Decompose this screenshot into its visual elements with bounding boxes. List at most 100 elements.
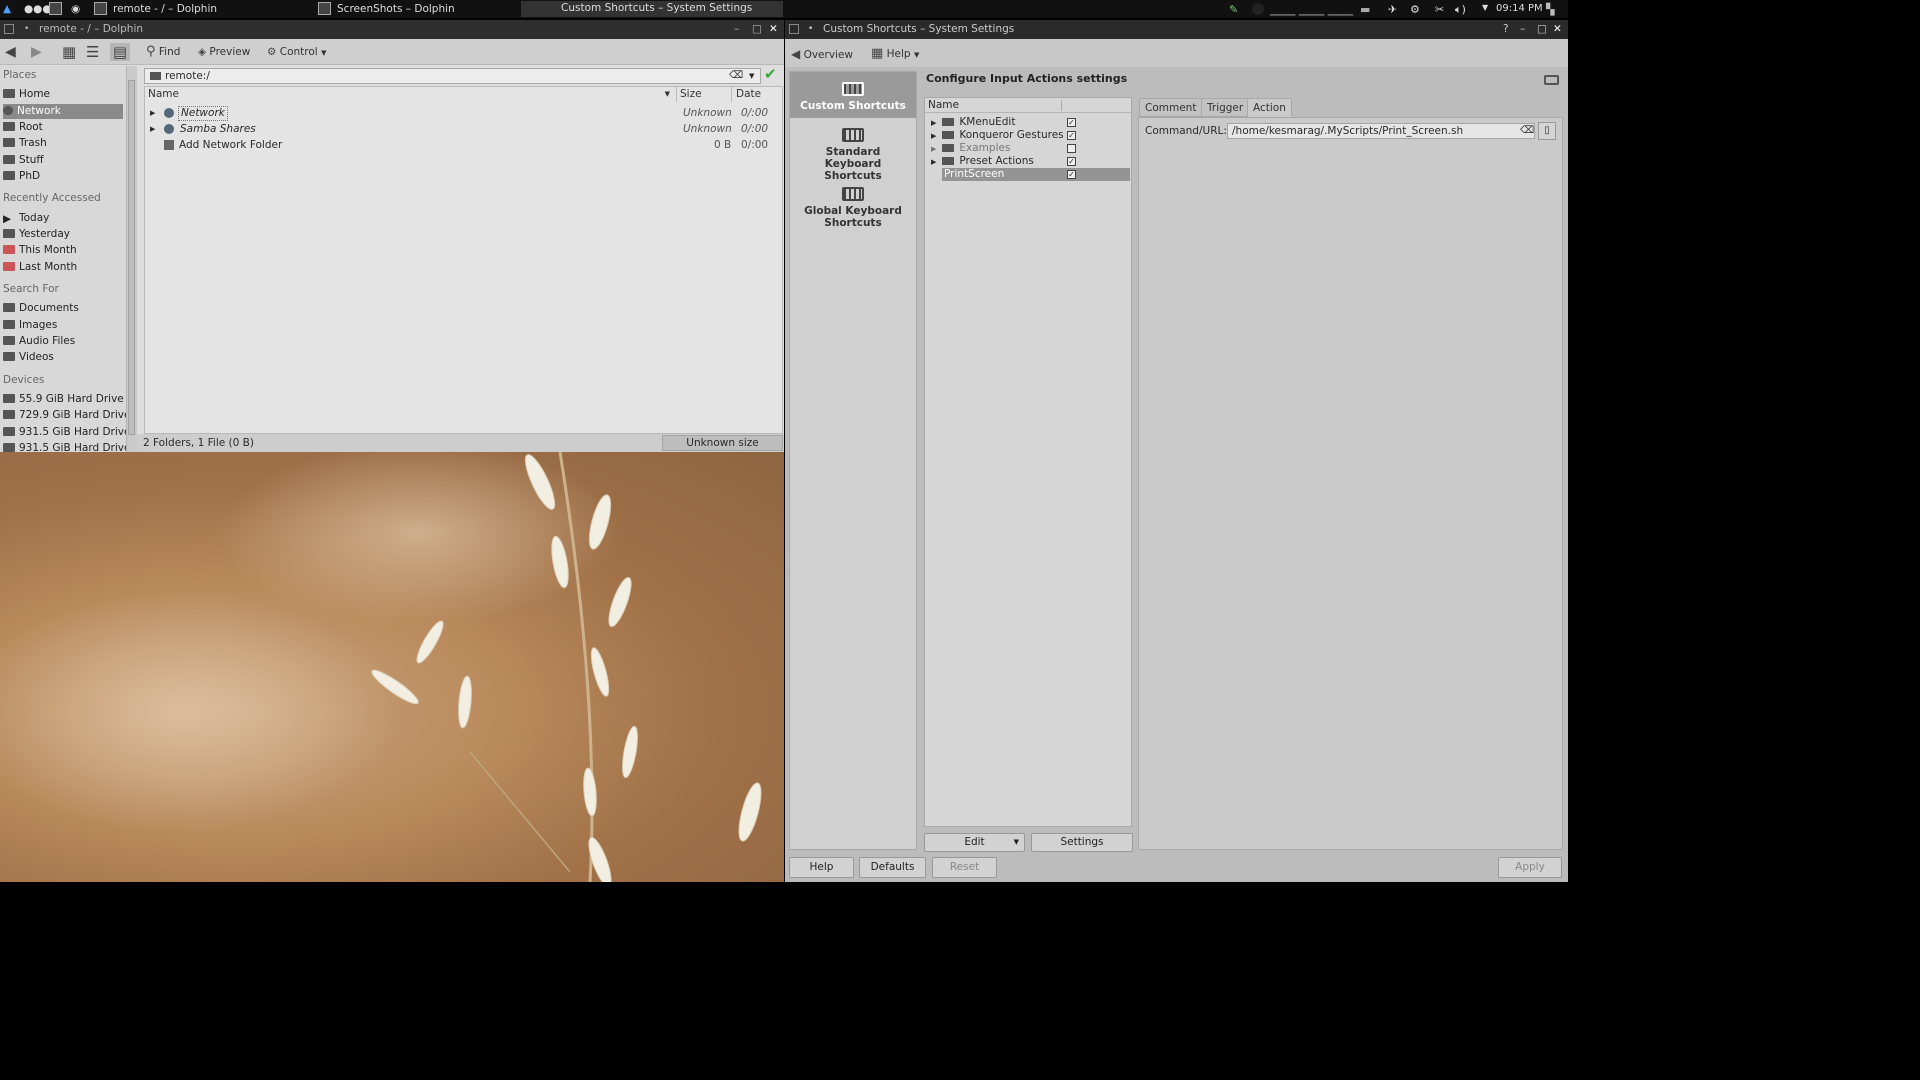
window-menu-icon[interactable] [4, 24, 14, 34]
tab-trigger[interactable]: Trigger [1201, 98, 1250, 117]
scrollbar-thumb[interactable] [128, 80, 135, 435]
minimize-icon[interactable]: – [1520, 20, 1525, 39]
maximize-icon[interactable]: □ [752, 20, 762, 39]
enabled-checkbox[interactable]: ✓ [1067, 131, 1076, 140]
sidebar-item-custom-shortcuts[interactable]: Custom Shortcuts [790, 72, 916, 118]
volume-icon[interactable]: 🔈︎) [1455, 3, 1466, 16]
location-bar[interactable]: remote:/ ⌫ ▼ [144, 68, 761, 84]
icons-view-icon[interactable]: ▦ [62, 43, 76, 61]
tree-item[interactable]: ▶ KMenuEdit ✓ [925, 116, 1131, 129]
app-launcher-icon[interactable]: ▲ [3, 2, 11, 16]
chevron-down-icon[interactable]: ▼ [749, 69, 754, 83]
place-trash[interactable]: Trash [3, 136, 123, 151]
close-icon[interactable]: ✕ [1553, 20, 1562, 39]
edit-button[interactable]: Edit ▼ [924, 833, 1025, 852]
enabled-checkbox[interactable] [1067, 144, 1076, 153]
place-phd[interactable]: PhD [3, 169, 123, 184]
place-network[interactable]: Network [3, 104, 123, 119]
network-icon[interactable]: ✈ [1388, 3, 1397, 16]
chrome-icon[interactable]: ◉ [71, 2, 80, 16]
places-scrollbar[interactable] [126, 66, 137, 452]
maximize-icon[interactable]: □ [1537, 20, 1547, 39]
window-menu-icon[interactable] [789, 24, 799, 34]
file-row[interactable]: Add Network Folder 0 B 0/:00 [145, 137, 782, 153]
pin-icon[interactable]: • [24, 20, 29, 39]
column-date[interactable]: Date [732, 87, 782, 102]
tree-item-selected[interactable]: PrintScreen ✓ [942, 168, 1130, 181]
recent-yesterday[interactable]: Yesterday [3, 227, 123, 242]
expand-icon[interactable]: ▶ [150, 121, 155, 137]
tree-item[interactable]: ▶ Examples [925, 142, 1131, 155]
pen-icon[interactable]: ✎ [1229, 3, 1238, 16]
expand-icon[interactable]: ▶ [150, 105, 155, 121]
tree-header[interactable]: Name [925, 98, 1131, 113]
sidebar-item-standard-shortcuts[interactable]: Standard Keyboard Shortcuts [790, 128, 916, 182]
search-images[interactable]: Images [3, 318, 123, 333]
steam-icon[interactable]: ⚙ [1410, 3, 1420, 16]
expand-icon[interactable]: ▶ [931, 119, 936, 127]
klipper-icon[interactable]: ✂ [1435, 3, 1444, 16]
location-text[interactable]: remote:/ [165, 69, 210, 83]
pager-icon[interactable]: ▚ [1546, 3, 1554, 16]
pin-icon[interactable]: • [808, 20, 813, 39]
defaults-button[interactable]: Defaults [859, 857, 926, 878]
task-dolphin-screenshots[interactable]: ScreenShots – Dolphin [337, 2, 455, 16]
enabled-checkbox[interactable]: ✓ [1067, 157, 1076, 166]
help-menu-button[interactable]: ▦ Help ▼ [871, 45, 919, 63]
device-drive[interactable]: 729.9 GiB Hard Drive [3, 408, 126, 423]
enabled-checkbox[interactable]: ✓ [1067, 170, 1076, 179]
find-button[interactable]: ⚲ Find [146, 43, 180, 61]
file-row[interactable]: ▶ Samba Shares Unknown 0/:00 [145, 121, 782, 137]
search-audio[interactable]: Audio Files [3, 334, 123, 349]
status-icon[interactable] [1252, 3, 1264, 15]
place-root[interactable]: Root [3, 120, 123, 135]
search-videos[interactable]: Videos [3, 350, 123, 365]
tab-action[interactable]: Action [1247, 98, 1292, 117]
sidebar-item-global-shortcuts[interactable]: Global Keyboard Shortcuts [790, 187, 916, 239]
command-input[interactable]: /home/kesmarag/.MyScripts/Print_Screen.s… [1227, 123, 1535, 139]
clock[interactable]: 09:14 PM [1496, 3, 1543, 15]
details-view-icon[interactable]: ▤ [110, 43, 130, 61]
place-stuff[interactable]: Stuff [3, 153, 123, 168]
terminal-icon[interactable] [49, 2, 62, 15]
help-button[interactable]: Help [789, 857, 854, 878]
compact-view-icon[interactable]: ☰ [86, 43, 99, 61]
tray-expand-icon[interactable]: ▼ [1482, 3, 1488, 15]
device-drive[interactable]: 931.5 GiB Hard Drive [3, 441, 126, 452]
close-icon[interactable]: ✕ [769, 20, 778, 39]
reset-button[interactable]: Reset [932, 857, 997, 878]
help-icon[interactable]: ? [1503, 20, 1509, 39]
device-drive[interactable]: 931.5 GiB Hard Drive [3, 425, 126, 440]
tab-comment[interactable]: Comment [1139, 98, 1203, 117]
tree-item[interactable]: ▶ Preset Actions ✓ [925, 155, 1131, 168]
column-name[interactable]: Name ▼ [145, 87, 677, 102]
column-size[interactable]: Size [677, 87, 732, 102]
minimize-icon[interactable]: – [734, 20, 739, 39]
place-home[interactable]: Home [3, 87, 123, 102]
clear-icon[interactable]: ⌫ [729, 69, 743, 83]
control-button[interactable]: ⚙ Control ▼ [267, 43, 326, 61]
task-system-settings[interactable]: Custom Shortcuts – System Settings [521, 1, 783, 17]
recent-this-month[interactable]: This Month [3, 243, 123, 258]
clear-icon[interactable]: ⌫ [1520, 124, 1534, 138]
preview-button[interactable]: ◈ Preview [198, 43, 250, 61]
enabled-checkbox[interactable]: ✓ [1067, 118, 1076, 127]
overview-button[interactable]: ◀ Overview [791, 45, 853, 63]
space-info[interactable]: Unknown size [662, 435, 783, 451]
settings-button[interactable]: Settings [1031, 833, 1133, 852]
recent-today[interactable]: ▶ Today [3, 211, 123, 226]
accept-icon[interactable]: ✔ [764, 65, 777, 83]
file-row[interactable]: ▶ Network Unknown 0/:00 [145, 105, 782, 121]
expand-icon[interactable]: ▶ [931, 158, 936, 166]
browse-file-icon[interactable]: ▯ [1538, 122, 1556, 140]
recent-last-month[interactable]: Last Month [3, 260, 123, 275]
forward-icon[interactable]: ▶ [31, 43, 42, 61]
apply-button[interactable]: Apply [1498, 857, 1562, 878]
task-dolphin-remote[interactable]: remote - / – Dolphin [113, 2, 217, 16]
expand-icon[interactable]: ▶ [931, 145, 936, 153]
back-icon[interactable]: ◀ [5, 43, 16, 61]
more-icon[interactable]: ●●● [24, 2, 52, 16]
tree-item[interactable]: ▶ Konqueror Gestures ✓ [925, 129, 1131, 142]
expand-icon[interactable]: ▶ [931, 132, 936, 140]
search-documents[interactable]: Documents [3, 301, 123, 316]
